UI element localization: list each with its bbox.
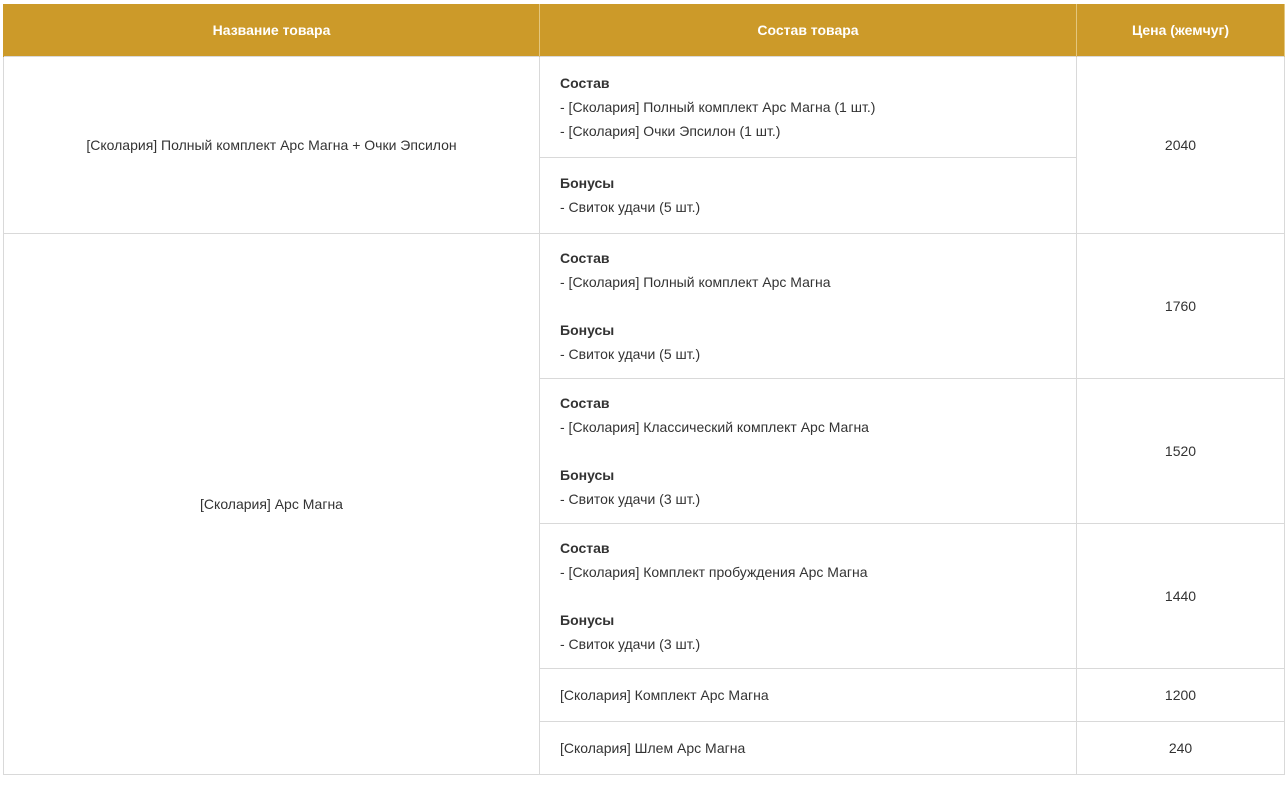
bonus-item: - Свиток удачи (3 шт.) (560, 636, 701, 652)
composition-cell: [Сколария] Комплект Арс Магна (539, 668, 1077, 722)
price-cell: 2040 (1076, 56, 1285, 234)
composition-item: - [Сколария] Полный комплект Арс Магна (… (560, 98, 876, 115)
bonus-label: Бонусы (560, 612, 615, 628)
product-table-container: Название товара Состав товара Цена (жемч… (3, 4, 1285, 775)
price-cell: 1520 (1076, 378, 1285, 524)
product-table: Название товара Состав товара Цена (жемч… (3, 4, 1285, 775)
header-price: Цена (жемчуг) (1076, 4, 1285, 57)
header-product-name: Название товара (3, 4, 540, 57)
product-name-cell: [Сколария] Полный комплект Арс Магна + О… (3, 56, 540, 234)
composition-label: Состав (560, 395, 610, 411)
composition-label: Состав (560, 250, 610, 266)
bonus-item: - Свиток удачи (5 шт.) (560, 346, 701, 362)
bonus-label: Бонусы (560, 175, 615, 192)
composition-cell: Состав - [Сколария] Полный комплект Арс … (539, 233, 1077, 379)
price-cell: 1760 (1076, 233, 1285, 379)
bonus-cell: Бонусы - Свиток удачи (5 шт.) (539, 156, 1077, 235)
composition-cell: [Сколария] Шлем Арс Магна (539, 721, 1077, 775)
composition-item: - [Сколария] Очки Эпсилон (1 шт.) (560, 122, 781, 139)
header-product-composition: Состав товара (539, 4, 1077, 57)
bonus-label: Бонусы (560, 322, 615, 338)
bonus-item: - Свиток удачи (5 шт.) (560, 199, 701, 216)
table-row: [Сколария] Арс Магна Состав - [Сколария]… (3, 233, 1285, 775)
composition-cell: Состав - [Сколария] Классический комплек… (539, 378, 1077, 524)
composition-cell: Состав - [Сколария] Полный комплект Арс … (539, 56, 1077, 158)
price-cell: 1440 (1076, 523, 1285, 669)
product-name-cell: [Сколария] Арс Магна (3, 233, 540, 775)
table-header-row: Название товара Состав товара Цена (жемч… (3, 4, 1285, 57)
composition-item: - [Сколария] Классический комплект Арс М… (560, 419, 869, 435)
composition-label: Состав (560, 540, 610, 556)
table-row: [Сколария] Полный комплект Арс Магна + О… (3, 56, 1285, 234)
composition-item: - [Сколария] Полный комплект Арс Магна (560, 274, 831, 290)
bonus-label: Бонусы (560, 467, 615, 483)
bonus-item: - Свиток удачи (3 шт.) (560, 491, 701, 507)
price-cell: 240 (1076, 721, 1285, 775)
composition-cell: Состав - [Сколария] Комплект пробуждения… (539, 523, 1077, 669)
price-cell: 1200 (1076, 668, 1285, 722)
composition-label: Состав (560, 74, 610, 91)
composition-item: - [Сколария] Комплект пробуждения Арс Ма… (560, 564, 868, 580)
